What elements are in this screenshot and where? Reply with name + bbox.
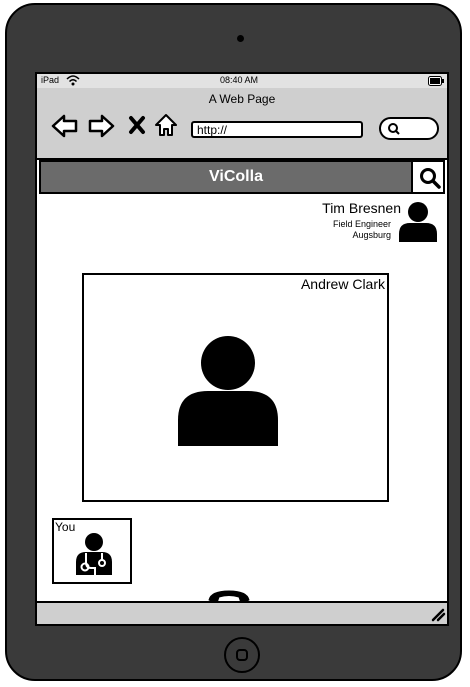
app-header: ViColla <box>39 160 445 194</box>
url-field[interactable]: http:// <box>191 121 363 138</box>
bottom-bar <box>37 601 447 624</box>
battery-icon <box>428 76 444 88</box>
forward-arrow-icon[interactable] <box>87 113 115 144</box>
status-bar: iPad 08:40 AM <box>37 74 447 89</box>
ipad-frame: iPad 08:40 AM A Web Page http:// ViColla… <box>5 3 462 681</box>
home-icon[interactable] <box>154 112 178 143</box>
screen: iPad 08:40 AM A Web Page http:// ViColla… <box>35 72 449 626</box>
clock: 08:40 AM <box>220 75 259 85</box>
back-arrow-icon[interactable] <box>51 113 79 144</box>
app-title: ViColla <box>209 168 263 185</box>
remote-name: Andrew Clark <box>300 276 385 292</box>
self-video[interactable]: You <box>52 518 132 584</box>
user-icon <box>176 333 280 452</box>
close-icon[interactable] <box>128 115 146 140</box>
search-icon <box>387 122 401 141</box>
browser-bar: A Web Page http:// <box>37 88 447 160</box>
browser-search-field[interactable] <box>379 117 439 140</box>
remote-video[interactable]: Andrew Clark <box>82 273 389 502</box>
doctor-icon <box>74 532 114 581</box>
home-button-square <box>236 649 248 661</box>
wifi-icon <box>66 74 80 88</box>
camera-dot <box>237 35 244 42</box>
page-title: A Web Page <box>208 92 276 106</box>
home-button[interactable] <box>224 637 260 673</box>
caller-name: Tim Bresnen <box>322 200 401 216</box>
caller-role: Field Engineer <box>332 219 391 229</box>
self-label: You <box>55 520 76 534</box>
search-button[interactable] <box>411 160 445 194</box>
search-icon <box>419 167 441 194</box>
call-area: Tim Bresnen Field Engineer Augsburg Andr… <box>37 196 447 604</box>
resize-grip-icon[interactable] <box>430 606 446 624</box>
caller-avatar-icon <box>398 201 438 248</box>
device-label: iPad <box>41 75 60 85</box>
caller-location: Augsburg <box>352 230 391 240</box>
